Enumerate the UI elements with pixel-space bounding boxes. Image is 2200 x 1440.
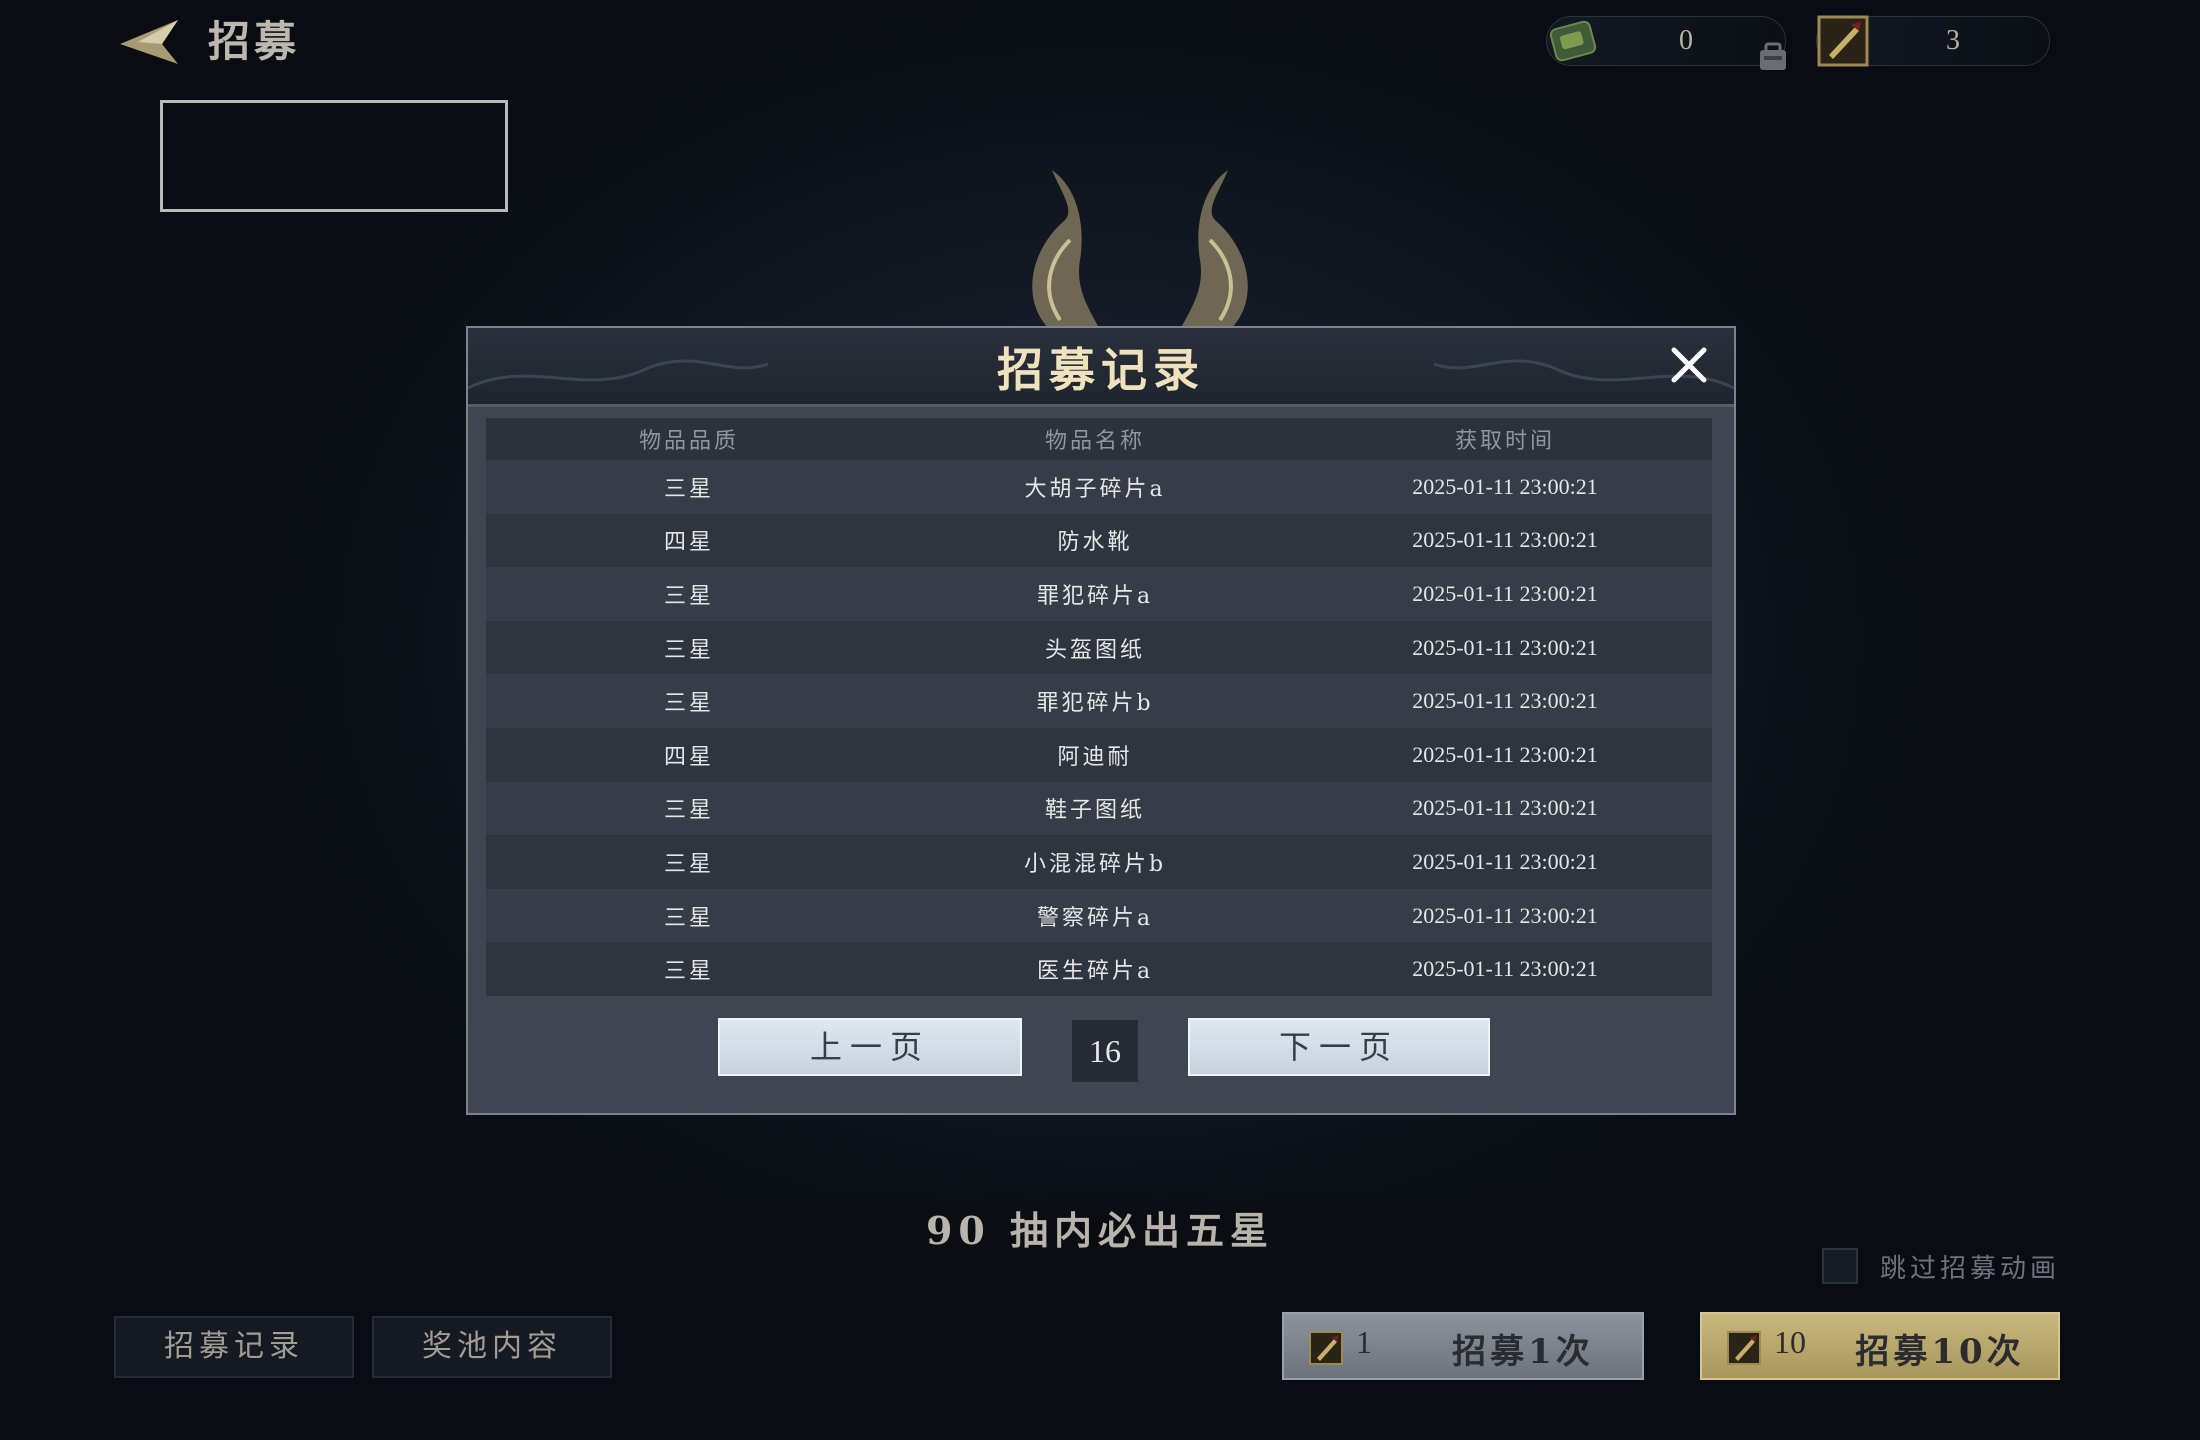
next-page-button[interactable]: 下一页 [1188, 1018, 1490, 1076]
table-row: 四星 阿迪耐 2025-01-11 23:00:21 [486, 727, 1712, 782]
cell-time: 2025-01-11 23:00:21 [1412, 527, 1598, 553]
recruit-record-button[interactable]: 招募记录 [114, 1316, 354, 1378]
column-header-time: 获取时间 [1454, 429, 1555, 454]
cell-time: 2025-01-11 23:00:21 [1412, 741, 1598, 767]
cell-name: 小混混碎片b [1023, 851, 1167, 877]
table-row: 三星 罪犯碎片a 2025-01-11 23:00:21 [486, 567, 1712, 621]
cell-name: 头盔图纸 [1044, 637, 1145, 663]
prize-pool-button[interactable]: 奖池内容 [372, 1316, 612, 1378]
cell-name: 防水靴 [1057, 530, 1133, 556]
back-arrow-icon [120, 20, 178, 64]
table-row: 三星 小混混碎片b 2025-01-11 23:00:21 [486, 835, 1712, 889]
table-row: 三星 鞋子图纸 2025-01-11 23:00:21 [486, 781, 1712, 836]
column-header-quality: 物品品质 [638, 429, 739, 454]
cell-time: 2025-01-11 23:00:21 [1412, 848, 1598, 874]
pity-text: 90 抽内必出五星 [925, 1208, 1275, 1253]
jade-bundle-icon [1549, 20, 1597, 62]
table-row: 三星 大胡子碎片a 2025-01-11 23:00:21 [486, 460, 1712, 514]
cell-time: 2025-01-11 23:00:21 [1412, 795, 1598, 821]
cell-name: 阿迪耐 [1057, 744, 1133, 770]
recruit-ticket-icon [1309, 1331, 1343, 1365]
table-header: 物品品质 物品名称 获取时间 [486, 418, 1712, 460]
cell-quality: 三星 [663, 637, 714, 663]
cell-quality: 三星 [663, 798, 714, 824]
cell-quality: 三星 [663, 959, 714, 985]
cell-name: 鞋子图纸 [1044, 798, 1145, 824]
cell-quality: 三星 [663, 476, 714, 502]
prev-page-button[interactable]: 上一页 [718, 1018, 1022, 1076]
cell-time: 2025-01-11 23:00:21 [1412, 902, 1598, 928]
cell-name: 罪犯碎片b [1036, 691, 1154, 717]
skip-animation-checkbox[interactable] [1822, 1248, 1858, 1284]
currency-jade: 0 [1546, 16, 1786, 66]
recruit-ten-cost: 10 [1774, 1324, 1806, 1360]
table-row: 三星 医生碎片a 2025-01-11 23:00:21 [486, 942, 1712, 996]
recruit-ten-label: 招募10次 [1855, 1332, 2025, 1372]
cell-quality: 三星 [663, 583, 714, 609]
cell-time: 2025-01-11 23:00:21 [1412, 956, 1598, 982]
recruit-record-modal: 招募记录 物品品质 物品名称 获取时间 三星 大胡子碎片a 2025-01-11… [466, 326, 1736, 1115]
recruit-ticket-icon [1727, 1331, 1761, 1365]
back-arrow-button[interactable] [108, 14, 188, 70]
table-body: 三星 大胡子碎片a 2025-01-11 23:00:21 四星 防水靴 202… [486, 460, 1712, 996]
cell-quality: 三星 [663, 851, 714, 877]
currency-jade-value: 0 [1679, 25, 1693, 56]
horns-decoration [1032, 170, 1248, 330]
recruit-ten-button[interactable]: 10 招募10次 [1700, 1312, 2060, 1380]
cell-quality: 四星 [663, 530, 714, 556]
close-icon[interactable] [1666, 342, 1712, 388]
currency-ticket-value: 3 [1946, 25, 1960, 56]
page-title: 招募 [208, 17, 301, 66]
modal-header: 招募记录 [468, 328, 1734, 407]
pity-banner: 90 抽内必出五星 [620, 1186, 1580, 1266]
cell-quality: 四星 [663, 744, 714, 770]
recruit-ticket-icon [1817, 15, 1869, 67]
currency-ticket: 3 [1816, 15, 2050, 67]
record-table: 物品品质 物品名称 获取时间 三星 大胡子碎片a 2025-01-11 23:0… [486, 418, 1712, 996]
cell-quality: 三星 [663, 905, 714, 931]
recruit-once-label: 招募1次 [1452, 1332, 1594, 1372]
recruit-once-button[interactable]: 1 招募1次 [1282, 1312, 1644, 1380]
cell-time: 2025-01-11 23:00:21 [1412, 634, 1598, 660]
cell-time: 2025-01-11 23:00:21 [1412, 473, 1598, 499]
cell-time: 2025-01-11 23:00:21 [1412, 580, 1598, 606]
cell-name: 警察碎片a [1036, 905, 1154, 931]
recruit-once-cost: 1 [1356, 1324, 1372, 1360]
cell-quality: 三星 [663, 691, 714, 717]
banner-placeholder [160, 100, 508, 212]
bag-icon[interactable] [1756, 40, 1790, 74]
column-header-name: 物品名称 [1044, 429, 1145, 454]
cell-name: 医生碎片a [1036, 959, 1154, 985]
table-row: 三星 头盔图纸 2025-01-11 23:00:21 [486, 620, 1712, 675]
table-row: 四星 防水靴 2025-01-11 23:00:21 [486, 513, 1712, 568]
modal-title: 招募记录 [997, 343, 1205, 397]
table-row: 三星 警察碎片a 2025-01-11 23:00:21 [486, 888, 1712, 943]
skip-animation-label: 跳过招募动画 [1880, 1254, 2061, 1284]
table-row: 三星 罪犯碎片b 2025-01-11 23:00:21 [486, 674, 1712, 728]
page-number: 16 [1072, 1020, 1138, 1082]
cell-name: 大胡子碎片a [1024, 476, 1166, 502]
cell-name: 罪犯碎片a [1036, 583, 1154, 609]
cell-time: 2025-01-11 23:00:21 [1412, 688, 1598, 714]
